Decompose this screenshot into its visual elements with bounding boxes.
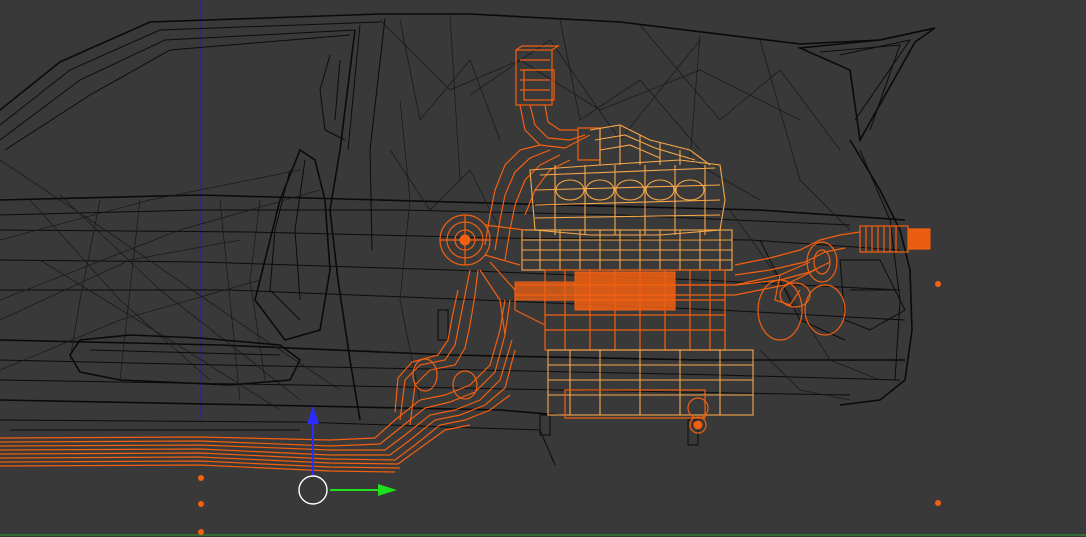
viewport-canvas[interactable] [0,0,1086,537]
exhaust-pipe-wireframe[interactable] [0,269,516,473]
z-arrow-head[interactable] [307,406,319,424]
origin-point[interactable] [198,529,204,535]
origin-point[interactable] [198,501,204,507]
origin-point[interactable] [935,500,941,506]
3d-viewport[interactable] [0,0,1086,537]
origin-point[interactable] [935,281,941,287]
intake-pipe-wireframe[interactable] [439,45,601,266]
engine-block-wireframe[interactable] [479,124,931,434]
manipulator-center-ring[interactable] [298,475,328,505]
x-arrow-head[interactable] [378,484,397,496]
origin-point[interactable] [198,475,204,481]
